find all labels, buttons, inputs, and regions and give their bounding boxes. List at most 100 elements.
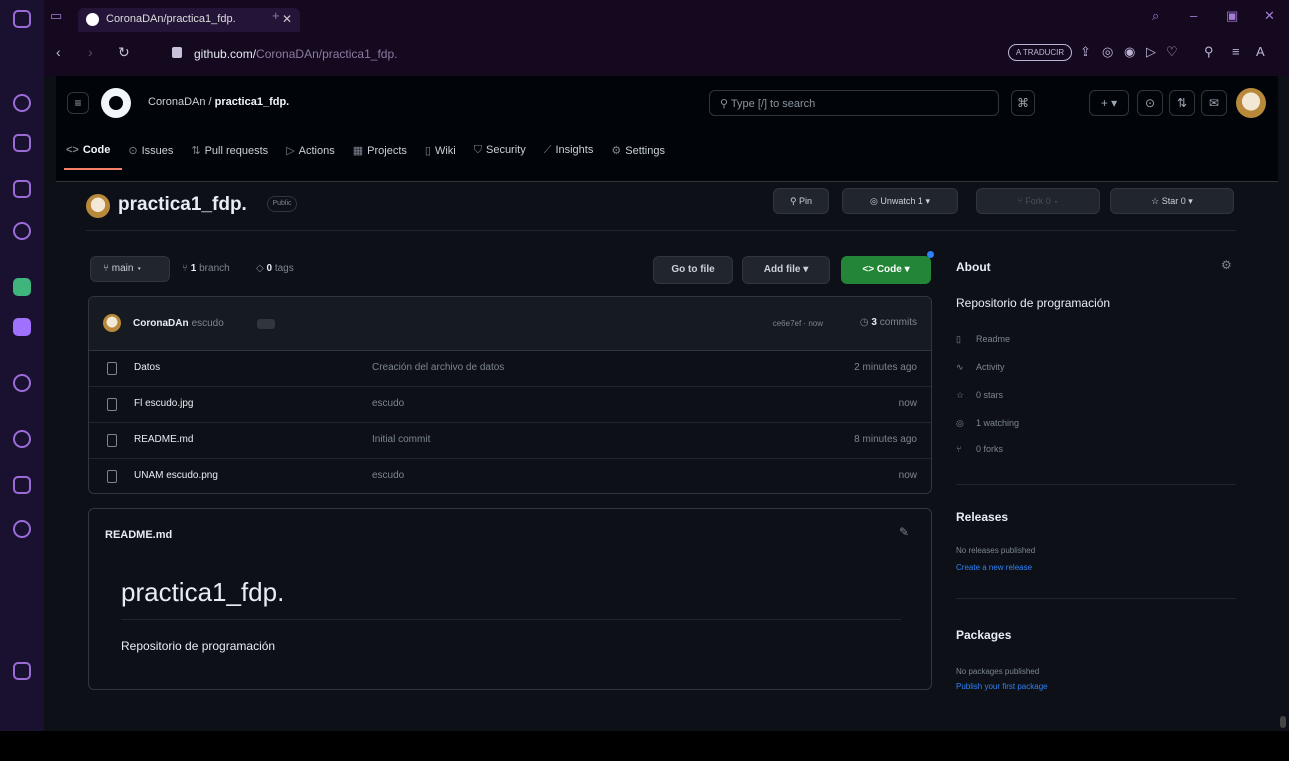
stars-link[interactable]: ☆ 0 stars [956, 390, 1003, 401]
app-icon-1[interactable] [13, 94, 31, 112]
tab-issues[interactable]: ⊙ Issues [128, 144, 173, 157]
tags-link[interactable]: ◇ 0 tags [256, 263, 294, 274]
close-window-icon[interactable]: ✕ [1264, 8, 1275, 24]
tab-projects[interactable]: ▦ Projects [353, 144, 407, 157]
watching-link[interactable]: ◎ 1 watching [956, 418, 1019, 429]
browser-tab[interactable]: CoronaDAn/practica1_fdp. ✕ [78, 8, 300, 32]
search-tabs-icon[interactable]: ⌕ [1152, 8, 1159, 24]
command-palette-icon[interactable]: ⌘ [1011, 90, 1035, 116]
app-icon-6[interactable] [13, 318, 31, 336]
create-new-button[interactable]: + ▾ [1089, 90, 1129, 116]
translate-button[interactable]: A TRADUCIR [1008, 44, 1072, 61]
about-settings-gear-icon[interactable]: ⚙ [1221, 258, 1232, 272]
launcher-icon[interactable] [13, 10, 31, 28]
add-file-button[interactable]: Add file ▾ [742, 256, 830, 284]
activity-link[interactable]: ∿ Activity [956, 362, 1005, 373]
extension-icon[interactable]: ⚲ [1204, 44, 1214, 60]
settings-icon[interactable] [13, 520, 31, 538]
tab-pull-requests-label: Pull requests [204, 145, 269, 157]
app-icon-4[interactable] [13, 222, 31, 240]
table-row[interactable]: Datos Creación del archivo de datos 2 mi… [89, 351, 931, 387]
create-release-link[interactable]: Create a new release [956, 563, 1032, 572]
unwatch-button[interactable]: ◎ Unwatch 1 ▾ [842, 188, 958, 214]
app-icon-5[interactable] [13, 278, 31, 296]
user-avatar[interactable] [1236, 88, 1266, 118]
branch-select[interactable]: ⑂ main ▾ [90, 256, 170, 282]
readme-link[interactable]: ▯ Readme [956, 334, 1010, 345]
commit-author[interactable]: CoronaDAn escudo [133, 318, 224, 329]
close-tab-icon[interactable]: ✕ [282, 12, 292, 26]
table-row[interactable]: README.md Initial commit 8 minutes ago [89, 423, 931, 459]
app-icon-7[interactable] [13, 374, 31, 392]
commit-time: now [808, 319, 823, 328]
reload-icon[interactable]: ↻ [118, 44, 130, 61]
repo-title[interactable]: practica1_fdp. [118, 194, 247, 216]
file-name[interactable]: Fl escudo.jpg [134, 398, 193, 409]
tab-wiki[interactable]: ▯ Wiki [425, 144, 456, 157]
file-commit-message[interactable]: escudo [372, 398, 404, 409]
screenshot-icon[interactable]: ◎ [1102, 44, 1113, 60]
tab-code[interactable]: <> Code [66, 144, 110, 157]
page-scrollbar[interactable] [1278, 76, 1289, 731]
branches-link[interactable]: ⑂ 1 branch [182, 263, 230, 274]
file-name[interactable]: README.md [134, 434, 193, 445]
commits-link[interactable]: ◷ 3 commits [860, 317, 917, 328]
tab-insights[interactable]: ⟋ Insights [544, 144, 594, 157]
releases-empty: No releases published [956, 546, 1036, 555]
forks-link[interactable]: ⑂ 0 forks [956, 444, 1003, 454]
table-row[interactable]: UNAM escudo.png escudo now [89, 459, 931, 493]
unwatch-label: Unwatch [880, 196, 916, 206]
fork-button[interactable]: ⑂ Fork 0 ▾ [976, 188, 1100, 214]
player-icon[interactable]: ▷ [1146, 44, 1156, 60]
tab-menu-icon[interactable]: ▭ [50, 8, 62, 24]
pin-label: Pin [799, 196, 813, 206]
scrollbar-thumb[interactable] [1280, 716, 1286, 728]
file-name[interactable]: UNAM escudo.png [134, 470, 218, 481]
go-to-file-button[interactable]: Go to file [653, 256, 733, 284]
address-bar[interactable]: github.com/CoronaDAn/practica1_fdp. [194, 47, 397, 61]
tab-pull-requests[interactable]: ⇅ Pull requests [191, 144, 268, 157]
inbox-icon[interactable]: ✉ [1201, 90, 1227, 116]
minimize-icon[interactable]: – [1190, 8, 1197, 23]
clock-icon[interactable] [13, 430, 31, 448]
back-icon[interactable]: ‹ [56, 44, 61, 60]
file-commit-message[interactable]: Initial commit [372, 434, 430, 445]
pin-button[interactable]: ⚲ Pin [773, 188, 829, 214]
app-icon-2[interactable] [13, 134, 31, 152]
share-icon[interactable]: ⇪ [1080, 44, 1091, 60]
github-logo-icon[interactable] [101, 88, 131, 118]
maximize-icon[interactable]: ▣ [1226, 8, 1238, 24]
packages-heading[interactable]: Packages [956, 628, 1011, 642]
issues-icon[interactable]: ⊙ [1137, 90, 1163, 116]
owner-link[interactable]: CoronaDAn [148, 96, 205, 108]
commit-message[interactable]: escudo [192, 318, 224, 329]
repo-link[interactable]: practica1_fdp. [215, 96, 290, 108]
heart-icon[interactable]: ♡ [1166, 44, 1178, 60]
commit-hash[interactable]: ce6e7ef · now [773, 319, 823, 328]
app-icon-3[interactable] [13, 180, 31, 198]
code-button[interactable]: <> Code ▾ [841, 256, 931, 284]
new-tab-icon[interactable]: + [272, 8, 280, 23]
pull-requests-icon[interactable]: ⇅ [1169, 90, 1195, 116]
star-button[interactable]: ☆ Star 0 ▾ [1110, 188, 1234, 214]
forward-icon[interactable]: › [88, 44, 93, 60]
menu-icon[interactable]: ≡ [1232, 44, 1240, 59]
commit-expand-button[interactable] [257, 319, 275, 329]
search-input[interactable]: ⚲ Type [/] to search [709, 90, 999, 116]
readme-filename[interactable]: README.md [105, 529, 172, 541]
app-icon-8[interactable] [13, 476, 31, 494]
releases-heading[interactable]: Releases [956, 510, 1008, 524]
panel-icon[interactable] [13, 662, 31, 680]
tab-security[interactable]: ⛉ Security [474, 144, 526, 157]
vpn-icon[interactable]: ◉ [1124, 44, 1135, 60]
easy-setup-icon[interactable]: A [1256, 44, 1265, 59]
file-commit-message[interactable]: Creación del archivo de datos [372, 362, 504, 373]
file-name[interactable]: Datos [134, 362, 160, 373]
table-row[interactable]: Fl escudo.jpg escudo now [89, 387, 931, 423]
hamburger-menu-icon[interactable]: ≡ [67, 92, 89, 114]
file-commit-message[interactable]: escudo [372, 470, 404, 481]
publish-package-link[interactable]: Publish your first package [956, 682, 1048, 691]
tab-settings[interactable]: ⚙ Settings [611, 144, 665, 157]
tab-actions[interactable]: ▷ Actions [286, 144, 335, 157]
edit-pencil-icon[interactable]: ✎ [899, 525, 909, 539]
